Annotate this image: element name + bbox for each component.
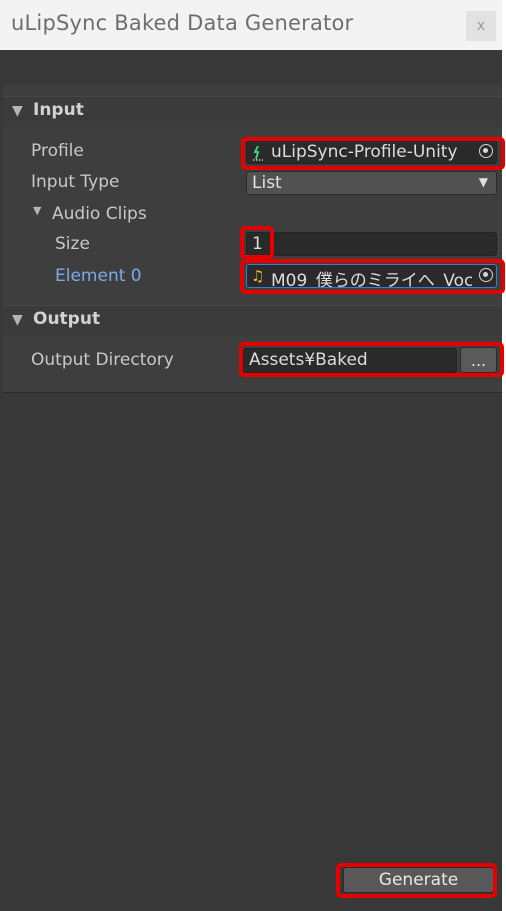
size-label: Size [55,234,90,254]
input-type-dropdown[interactable]: List ▼ [246,171,497,195]
dropdown-arrow-icon: ▼ [478,175,488,189]
baker-window: uLipSync Baked Data Generator x ▼ Input … [0,0,502,911]
profile-asset-icon [251,143,265,163]
output-directory-label: Output Directory [31,350,174,370]
input-type-label: Input Type [31,172,120,192]
collapse-triangle-icon[interactable]: ▼ [12,312,23,328]
audio-clips-triangle-icon[interactable]: ▼ [33,204,41,217]
element-0-value: M09_僕らのミライへ_Voca [271,271,472,288]
output-section-title: Output [33,309,101,329]
profile-field[interactable]: uLipSync-Profile-Unity [246,140,497,164]
browse-label: ... [470,350,487,370]
generate-label: Generate [378,870,459,890]
element-0-field[interactable]: ♫ M09_僕らのミライへ_Voca [246,264,497,288]
profile-label: Profile [31,141,84,161]
profile-value: uLipSync-Profile-Unity [271,142,458,162]
size-value: 1 [252,234,263,254]
object-picker-icon[interactable] [479,144,493,158]
browse-button[interactable]: ... [460,347,497,373]
object-picker-icon[interactable] [479,268,493,282]
window-title: uLipSync Baked Data Generator [11,11,354,35]
output-section-header[interactable]: ▼ Output [3,305,502,336]
output-directory-value: Assets¥Baked [249,350,368,370]
size-field[interactable]: 1 [246,232,497,256]
generate-button[interactable]: Generate [343,867,494,893]
input-section-title: Input [33,100,84,120]
collapse-triangle-icon[interactable]: ▼ [12,103,23,119]
input-type-value: List [252,173,282,193]
element-0-label: Element 0 [55,266,142,286]
close-icon: x [476,18,486,34]
close-button[interactable]: x [466,11,496,41]
title-bar: uLipSync Baked Data Generator x [0,0,502,50]
output-directory-field[interactable]: Assets¥Baked [243,348,457,373]
audio-clips-label[interactable]: Audio Clips [52,204,147,224]
audio-clip-icon: ♫ [251,267,265,285]
input-section-header[interactable]: ▼ Input [3,96,502,127]
settings-panel: ▼ Input Profile uLipSync-Profile-Unity I… [3,85,502,393]
